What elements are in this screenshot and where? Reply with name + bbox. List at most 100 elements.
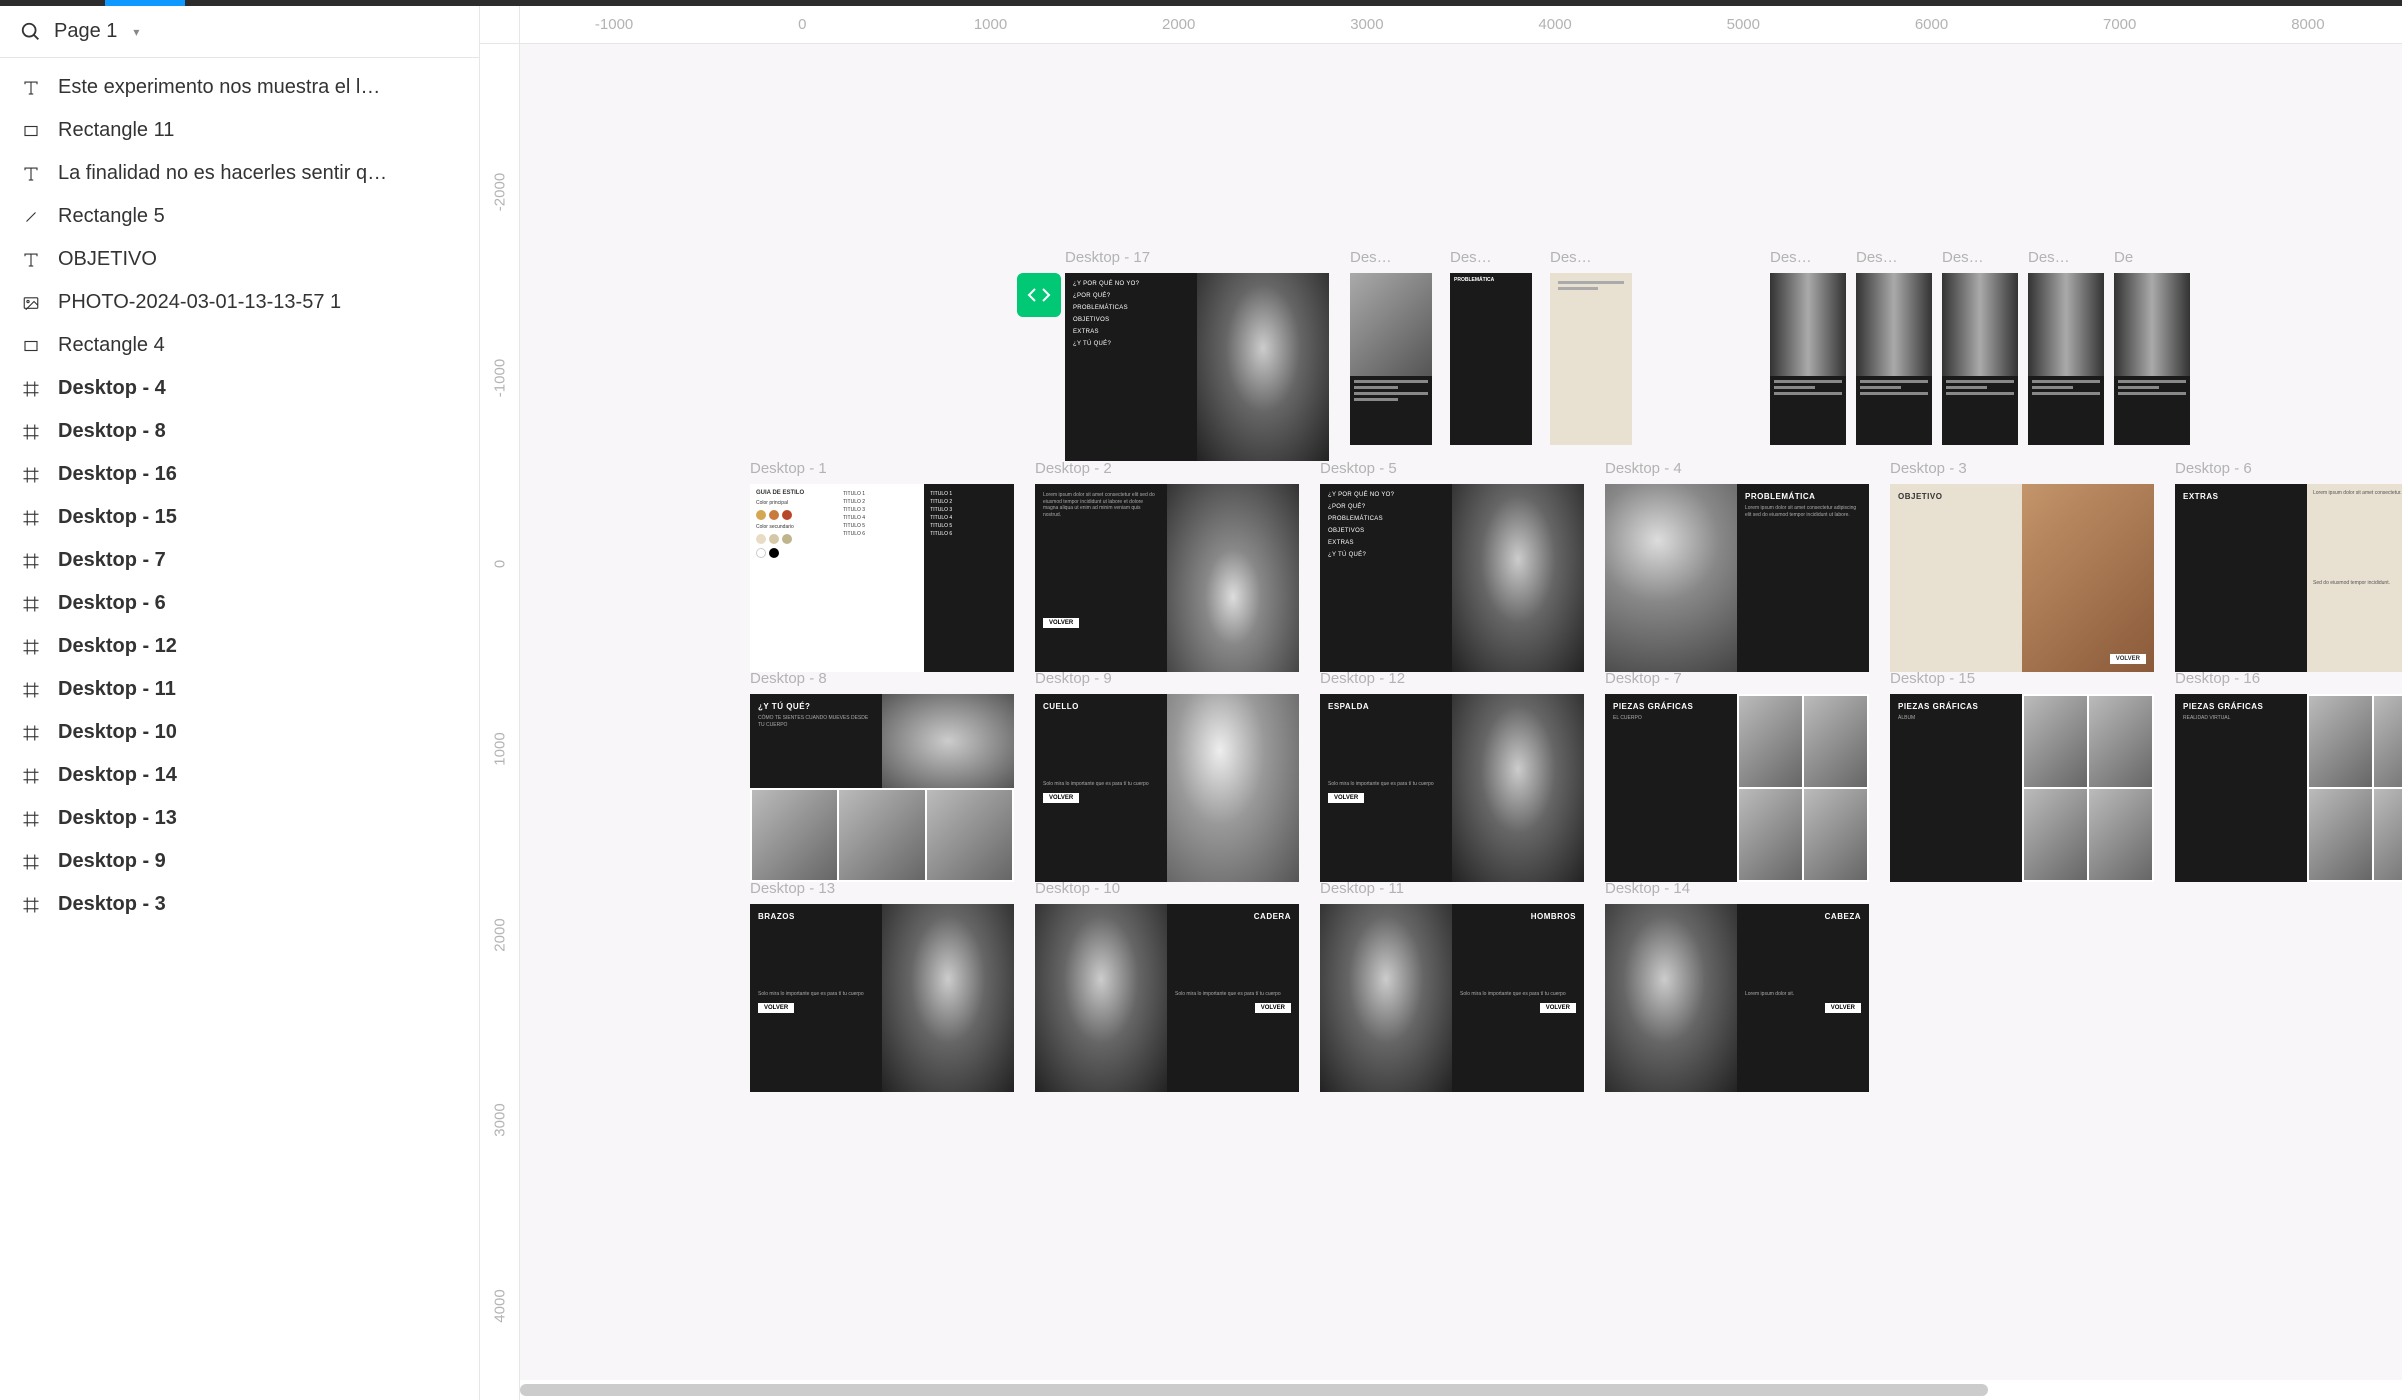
layer-item[interactable]: Rectangle 4 xyxy=(0,324,479,367)
layer-item[interactable]: Este experimento nos muestra el l… xyxy=(0,66,479,109)
text-icon xyxy=(20,249,42,271)
layer-label: Rectangle 4 xyxy=(58,334,165,357)
frame-small[interactable]: Des… xyxy=(1350,273,1432,445)
frame-label: De xyxy=(2114,249,2133,266)
text-icon xyxy=(20,77,42,99)
frame-body: ¿Y POR QUÉ NO YO?¿POR QUÉ?PROBLEMÁTICASO… xyxy=(1065,273,1329,461)
frame-icon xyxy=(20,808,42,830)
page-name: Page 1 xyxy=(54,20,117,43)
frame-desktop-16[interactable]: Desktop - 16 PIEZAS GRÁFICAS REALIDAD VI… xyxy=(2175,694,2402,882)
layer-item[interactable]: PHOTO-2024-03-01-13-13-57 1 xyxy=(0,281,479,324)
frame-desktop-4[interactable]: Desktop - 4 PROBLEMÁTICA Lorem ipsum dol… xyxy=(1605,484,1869,672)
rect-icon xyxy=(20,335,42,357)
layer-item[interactable]: Desktop - 13 xyxy=(0,797,479,840)
horizontal-scrollbar[interactable] xyxy=(520,1380,2402,1400)
frame-label: Desktop - 11 xyxy=(1320,880,1404,897)
layer-label: Desktop - 16 xyxy=(58,463,177,486)
layers-panel: Page 1 ▾ Este experimento nos muestra el… xyxy=(0,0,480,1400)
top-tab-bar xyxy=(0,0,2402,6)
frame-desktop-13[interactable]: Desktop - 13 BRAZOS Solo mira lo importa… xyxy=(750,904,1014,1092)
frame-label: Des… xyxy=(1770,249,1812,266)
frame-body: GUIA DE ESTILO Color principal Color sec… xyxy=(750,484,1014,672)
layer-item[interactable]: OBJETIVO xyxy=(0,238,479,281)
frame-label: Desktop - 3 xyxy=(1890,460,1967,477)
layer-item[interactable]: Rectangle 5 xyxy=(0,195,479,238)
frame-desktop-7[interactable]: Desktop - 7 PIEZAS GRÁFICAS EL CUERPO xyxy=(1605,694,1869,882)
layer-item[interactable]: Desktop - 15 xyxy=(0,496,479,539)
menu-item: EXTRAS xyxy=(1073,329,1189,335)
frame-label: Des… xyxy=(1350,249,1392,266)
layer-item[interactable]: Desktop - 16 xyxy=(0,453,479,496)
scrollbar-thumb[interactable] xyxy=(520,1384,1988,1396)
frame-desktop-1[interactable]: Desktop - 1 GUIA DE ESTILO Color princip… xyxy=(750,484,1014,672)
layer-item[interactable]: Desktop - 6 xyxy=(0,582,479,625)
frame-desktop-3[interactable]: Desktop - 3 OBJETIVO VOLVER xyxy=(1890,484,2154,672)
ruler-corner xyxy=(480,6,520,44)
layer-label: Desktop - 7 xyxy=(58,549,166,572)
frame-desktop-15[interactable]: Desktop - 15 PIEZAS GRÁFICAS ÁLBUM xyxy=(1890,694,2154,882)
layer-label: PHOTO-2024-03-01-13-13-57 1 xyxy=(58,291,341,314)
frame-desktop-9[interactable]: Desktop - 9 CUELLO Solo mira lo importan… xyxy=(1035,694,1299,882)
frame-small[interactable]: Des… xyxy=(1856,273,1932,445)
canvas[interactable]: Desktop - 17 ¿Y POR QUÉ NO YO?¿POR QUÉ?P… xyxy=(520,44,2402,1380)
frame-desktop-11[interactable]: Desktop - 11 HOMBROS Solo mira lo import… xyxy=(1320,904,1584,1092)
text-icon xyxy=(20,163,42,185)
layer-label: La finalidad no es hacerles sentir q… xyxy=(58,162,387,185)
layer-item[interactable]: Desktop - 8 xyxy=(0,410,479,453)
frame-desktop-8[interactable]: Desktop - 8 ¿Y TÚ QUÉ? CÓMO TE SIENTES C… xyxy=(750,694,1014,882)
frame-desktop-5[interactable]: Desktop - 5 ¿Y POR QUÉ NO YO?¿POR QUÉ?PR… xyxy=(1320,484,1584,672)
layer-item[interactable]: Desktop - 12 xyxy=(0,625,479,668)
frame-desktop-6[interactable]: Desktop - 6 EXTRAS Lorem ipsum dolor sit… xyxy=(2175,484,2402,672)
layer-item[interactable]: La finalidad no es hacerles sentir q… xyxy=(0,152,479,195)
frame-label: Desktop - 15 xyxy=(1890,670,1975,687)
page-selector[interactable]: Page 1 ▾ xyxy=(0,6,479,58)
layer-item[interactable]: Desktop - 7 xyxy=(0,539,479,582)
layer-list[interactable]: Este experimento nos muestra el l… Rectan… xyxy=(0,58,479,1400)
frame-small[interactable]: Des…PROBLEMÁTICA xyxy=(1450,273,1532,445)
frame-icon xyxy=(20,507,42,529)
frame-desktop-14[interactable]: Desktop - 14 CABEZA Lorem ipsum dolor si… xyxy=(1605,904,1869,1092)
frame-label: Des… xyxy=(1450,249,1492,266)
frame-small[interactable]: Des… xyxy=(1550,273,1632,445)
layer-item[interactable]: Desktop - 9 xyxy=(0,840,479,883)
component-badge[interactable] xyxy=(1017,273,1061,317)
layer-item[interactable]: Rectangle 11 xyxy=(0,109,479,152)
layer-item[interactable]: Desktop - 4 xyxy=(0,367,479,410)
frame-label: Des… xyxy=(1550,249,1592,266)
layer-label: Desktop - 12 xyxy=(58,635,177,658)
frame-desktop-17[interactable]: Desktop - 17 ¿Y POR QUÉ NO YO?¿POR QUÉ?P… xyxy=(1065,273,1329,461)
layer-item[interactable]: Desktop - 11 xyxy=(0,668,479,711)
layer-item[interactable]: Desktop - 10 xyxy=(0,711,479,754)
frame-small[interactable]: Des… xyxy=(2028,273,2104,445)
menu-item: PROBLEMÁTICAS xyxy=(1328,516,1444,522)
layer-label: Desktop - 4 xyxy=(58,377,166,400)
frame-desktop-10[interactable]: Desktop - 10 CADERA Solo mira lo importa… xyxy=(1035,904,1299,1092)
layer-item[interactable]: Desktop - 3 xyxy=(0,883,479,926)
frame-icon xyxy=(20,593,42,615)
menu-item: EXTRAS xyxy=(1328,540,1444,546)
frame-label: Desktop - 12 xyxy=(1320,670,1405,687)
frame-desktop-12[interactable]: Desktop - 12 ESPALDA Solo mira lo import… xyxy=(1320,694,1584,882)
frame-icon xyxy=(20,765,42,787)
layer-label: Desktop - 8 xyxy=(58,420,166,443)
frame-small[interactable]: Des… xyxy=(1770,273,1846,445)
frame-icon xyxy=(20,464,42,486)
layer-label: Rectangle 11 xyxy=(58,119,174,142)
frame-small[interactable]: Des… xyxy=(1942,273,2018,445)
layer-label: Rectangle 5 xyxy=(58,205,165,228)
frame-label: Des… xyxy=(1942,249,1984,266)
app-root: Page 1 ▾ Este experimento nos muestra el… xyxy=(0,0,2402,1400)
frame-icon xyxy=(20,722,42,744)
frame-desktop-2[interactable]: Desktop - 2 Lorem ipsum dolor sit amet c… xyxy=(1035,484,1299,672)
layer-label: Desktop - 14 xyxy=(58,764,177,787)
layer-label: Desktop - 15 xyxy=(58,506,177,529)
layer-label: Desktop - 13 xyxy=(58,807,177,830)
frame-small[interactable]: De xyxy=(2114,273,2190,445)
layer-item[interactable]: Desktop - 14 xyxy=(0,754,479,797)
menu-item: ¿POR QUÉ? xyxy=(1073,293,1189,299)
frame-label: Desktop - 5 xyxy=(1320,460,1397,477)
frame-icon xyxy=(20,894,42,916)
frame-label: Desktop - 8 xyxy=(750,670,827,687)
line-icon xyxy=(20,206,42,228)
search-icon xyxy=(20,21,42,43)
